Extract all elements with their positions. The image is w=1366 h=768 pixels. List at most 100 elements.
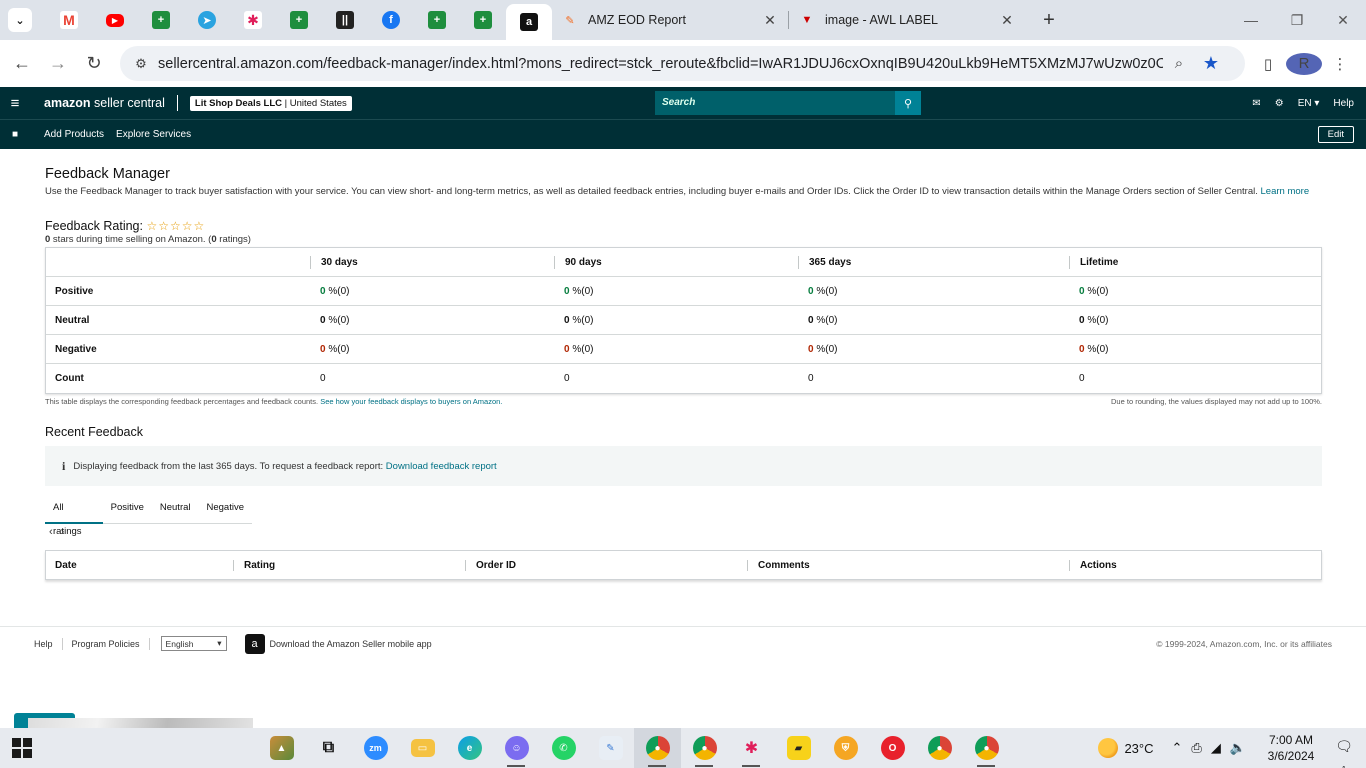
notification-icon[interactable]: 🗨1 xyxy=(1334,738,1354,768)
pinned-tab-telegram[interactable]: ➤ xyxy=(184,4,230,36)
reload-icon[interactable]: ↻ xyxy=(76,53,112,74)
taskbar-chrome-profile-4[interactable]: ● xyxy=(963,728,1010,768)
site-info-icon[interactable]: ⚙ xyxy=(126,56,156,72)
omnibox[interactable]: ⚙ sellercentral.amazon.com/feedback-mana… xyxy=(120,46,1245,81)
taskbar-task-view[interactable]: ⧉ xyxy=(305,728,352,768)
taskbar-zoom[interactable]: zm xyxy=(352,728,399,768)
taskbar-chrome-profile-3[interactable]: ● xyxy=(916,728,963,768)
taskbar-file-explorer[interactable]: ▭ xyxy=(399,728,446,768)
profile-button[interactable]: R xyxy=(1286,52,1322,75)
close-window-icon[interactable]: ✕ xyxy=(1320,0,1366,40)
edit-button[interactable]: Edit xyxy=(1317,126,1354,143)
pinned-tab-youtube[interactable]: ▶ xyxy=(92,4,138,36)
taskbar-discord[interactable]: ☺ xyxy=(493,728,540,768)
side-panel-icon[interactable]: ▯ xyxy=(1250,55,1286,73)
taskbar-paint[interactable]: ✎ xyxy=(587,728,634,768)
back-arrow-icon[interactable]: ← xyxy=(4,53,40,74)
feedback-display-link[interactable]: See how your feedback displays to buyers… xyxy=(320,397,502,406)
taskbar-opera[interactable]: O xyxy=(869,728,916,768)
close-icon[interactable]: ✕ xyxy=(999,12,1015,29)
windows-start-icon[interactable] xyxy=(12,738,32,758)
wifi-icon[interactable]: ◢ xyxy=(1211,740,1221,756)
gear-icon[interactable]: ⚙ xyxy=(1275,98,1284,109)
forward-arrow-icon[interactable]: → xyxy=(40,53,76,74)
store-selector[interactable]: Lit Shop Deals LLC | United States xyxy=(189,95,352,111)
browser-right-controls: ▯ R ⋮ xyxy=(1250,40,1358,87)
pinned-tab-sheets-4[interactable]: + xyxy=(460,4,506,36)
youtube-icon: ▶ xyxy=(106,13,124,27)
table-row: Count 0 0 0 0 xyxy=(46,364,1321,393)
taskbar-vpn[interactable]: ⛨ xyxy=(822,728,869,768)
search-icon[interactable]: ⚲ xyxy=(895,91,921,115)
tab-image-awl-label[interactable]: ▼ image - AWL LABEL ✕ xyxy=(789,4,1025,36)
pinned-tab-app[interactable]: || xyxy=(322,4,368,36)
table-cell: 0 %(0) xyxy=(1069,344,1321,355)
tab-title: AMZ EOD Report xyxy=(588,13,686,27)
learn-more-link[interactable]: Learn more xyxy=(1261,186,1310,197)
table-cell: 0 xyxy=(808,373,814,384)
url-text[interactable]: sellercentral.amazon.com/feedback-manage… xyxy=(158,56,1163,72)
chevron-down-icon: ▾ xyxy=(217,638,222,648)
pinned-tab-sheets-3[interactable]: + xyxy=(414,4,460,36)
windows-taskbar: ▲ ⧉ zm ▭ e ☺ ✆ ✎ ● ● ✱ ▰ ⛨ O ● ● 23°C ⌃ … xyxy=(0,728,1366,768)
language-selector[interactable]: EN ▾ xyxy=(1298,98,1320,109)
add-products-link[interactable]: Add Products xyxy=(44,129,104,140)
minimize-icon[interactable]: — xyxy=(1228,0,1274,40)
table-footnote: This table displays the corresponding fe… xyxy=(45,397,1322,406)
info-icon: i xyxy=(62,458,66,473)
network-device-icon[interactable]: ⎙ xyxy=(1191,740,1201,756)
search-input[interactable]: Search xyxy=(655,91,895,115)
taskbar-whatsapp[interactable]: ✆ xyxy=(540,728,587,768)
taskbar-edge[interactable]: e xyxy=(446,728,493,768)
download-report-link[interactable]: Download feedback report xyxy=(386,461,497,472)
taskbar-chrome-profile-2[interactable]: ● xyxy=(681,728,728,768)
footer-help-link[interactable]: Help xyxy=(34,639,53,649)
explore-services-link[interactable]: Explore Services xyxy=(116,129,191,140)
chevron-up-icon[interactable]: ⌃ xyxy=(1172,740,1183,756)
pinned-tab-amazon-active[interactable]: a xyxy=(506,4,552,40)
tab-positive[interactable]: Positive xyxy=(103,496,152,524)
mobile-app-promo[interactable]: a Download the Amazon Seller mobile app xyxy=(244,633,432,654)
tab-search-button[interactable]: ⌄ xyxy=(8,8,32,32)
taskbar-sticky-notes[interactable]: ▰ xyxy=(775,728,822,768)
pinned-tab-slack[interactable]: ✱ xyxy=(230,4,276,36)
language-select[interactable]: English ▾ xyxy=(160,636,227,651)
help-link[interactable]: Help xyxy=(1333,98,1354,109)
table-cell: 0 %(0) xyxy=(798,286,1069,297)
tab-neutral[interactable]: Neutral xyxy=(152,496,199,524)
browser-menu-icon[interactable]: ⋮ xyxy=(1322,55,1358,73)
tab-negative[interactable]: Negative xyxy=(199,496,253,524)
col-90-days: 90 days xyxy=(554,255,798,269)
task-view-icon: ⧉ xyxy=(322,739,335,756)
hamburger-menu-icon[interactable]: ≡ xyxy=(0,95,30,112)
mail-icon[interactable]: ✉ xyxy=(1252,98,1260,109)
next-page-icon[interactable]: › xyxy=(61,526,65,538)
new-tab-plus-icon[interactable]: + xyxy=(1035,9,1063,32)
prev-page-icon[interactable]: ‹ xyxy=(49,526,53,538)
pinned-tab-facebook[interactable]: f xyxy=(368,4,414,36)
close-icon[interactable]: ✕ xyxy=(762,12,778,29)
bookmark-icon[interactable]: ■ xyxy=(0,129,30,140)
seller-central-logo[interactable]: amazon seller central xyxy=(44,96,165,110)
table-cell: 0 %(0) xyxy=(310,315,554,326)
weather-widget[interactable]: 23°C xyxy=(1098,738,1154,758)
pinned-tab-sheets[interactable]: + xyxy=(138,4,184,36)
bookmark-star-icon[interactable]: ★ xyxy=(1195,53,1227,74)
row-label: Neutral xyxy=(55,314,90,326)
volume-icon[interactable]: 🔈 xyxy=(1230,740,1246,756)
pinned-tab-sheets-2[interactable]: + xyxy=(276,4,322,36)
tab-all-ratings[interactable]: All ratings xyxy=(45,496,103,537)
program-policies-link[interactable]: Program Policies xyxy=(72,639,140,649)
amazon-app-icon: a xyxy=(244,633,265,654)
rating-stars-icon: ☆☆☆☆☆ xyxy=(146,219,206,233)
tray-icons: ⌃ ⎙ ◢ 🔈 xyxy=(1172,740,1247,756)
tab-amz-eod-report[interactable]: ✎ AMZ EOD Report ✕ xyxy=(552,4,788,36)
zoom-magnifier-icon[interactable]: ⌕ xyxy=(1163,55,1195,72)
taskbar-chrome-profile-1[interactable]: ● xyxy=(634,728,681,768)
pinned-tab-gmail[interactable]: M xyxy=(46,4,92,36)
taskbar-slack[interactable]: ✱ xyxy=(728,728,775,768)
restore-icon[interactable]: ❐ xyxy=(1274,0,1320,40)
taskbar-game-app[interactable]: ▲ xyxy=(258,728,305,768)
profile-avatar: R xyxy=(1286,52,1322,75)
clock[interactable]: 7:00 AM 3/6/2024 xyxy=(1260,732,1322,764)
